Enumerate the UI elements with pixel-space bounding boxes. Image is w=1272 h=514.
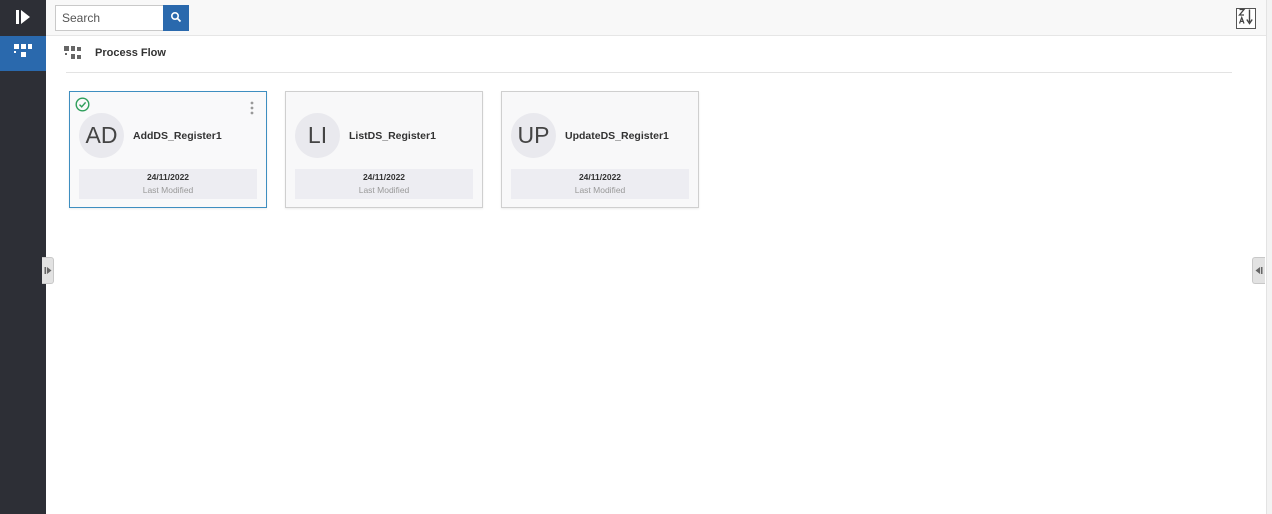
process-card-updateds-register1[interactable]: UP UpdateDS_Register1 24/11/2022 Last Mo…: [501, 91, 699, 208]
expand-right-panel-handle[interactable]: [1252, 257, 1265, 284]
process-flow-section-icon: [64, 45, 82, 61]
process-card-listds-register1[interactable]: LI ListDS_Register1 24/11/2022 Last Modi…: [285, 91, 483, 208]
process-card-adds-register1[interactable]: AD AddDS_Register1 24/11/2022 Last Modif…: [69, 91, 267, 208]
card-footer: 24/11/2022 Last Modified: [79, 169, 257, 199]
card-footer: 24/11/2022 Last Modified: [511, 169, 689, 199]
card-date: 24/11/2022: [146, 172, 190, 182]
card-date-label: Last Modified: [358, 185, 410, 195]
expand-right-icon: [44, 262, 52, 280]
play-logo-icon[interactable]: [0, 0, 46, 34]
rail-item-process-flow[interactable]: [0, 36, 46, 71]
avatar: LI: [295, 113, 340, 158]
expand-left-panel-handle[interactable]: [42, 257, 54, 284]
expand-left-icon: [1255, 262, 1263, 280]
card-title: UpdateDS_Register1: [565, 130, 669, 142]
section-title: Process Flow: [95, 47, 166, 59]
avatar: UP: [511, 113, 556, 158]
top-toolbar: [46, 0, 1266, 36]
process-flow-icon: [13, 43, 33, 64]
check-circle-icon: [75, 97, 90, 112]
right-edge-strip: [1266, 0, 1272, 514]
app-window: Process Flow AD AddDS_Register1 24/11/20…: [0, 0, 1272, 514]
card-date: 24/11/2022: [362, 172, 406, 182]
search-icon: [170, 11, 182, 26]
search-button[interactable]: [163, 5, 189, 31]
section-divider: [66, 72, 1232, 73]
kebab-menu-icon[interactable]: [249, 100, 255, 116]
card-date-label: Last Modified: [574, 185, 626, 195]
search-input[interactable]: [55, 5, 164, 31]
sort-z-a-button[interactable]: [1236, 8, 1256, 29]
card-date: 24/11/2022: [578, 172, 622, 182]
card-footer: 24/11/2022 Last Modified: [295, 169, 473, 199]
card-title: AddDS_Register1: [133, 130, 222, 142]
card-date-label: Last Modified: [142, 185, 194, 195]
card-title: ListDS_Register1: [349, 130, 436, 142]
left-rail: [0, 0, 46, 514]
avatar: AD: [79, 113, 124, 158]
sort-z-a-icon: [1238, 8, 1254, 30]
